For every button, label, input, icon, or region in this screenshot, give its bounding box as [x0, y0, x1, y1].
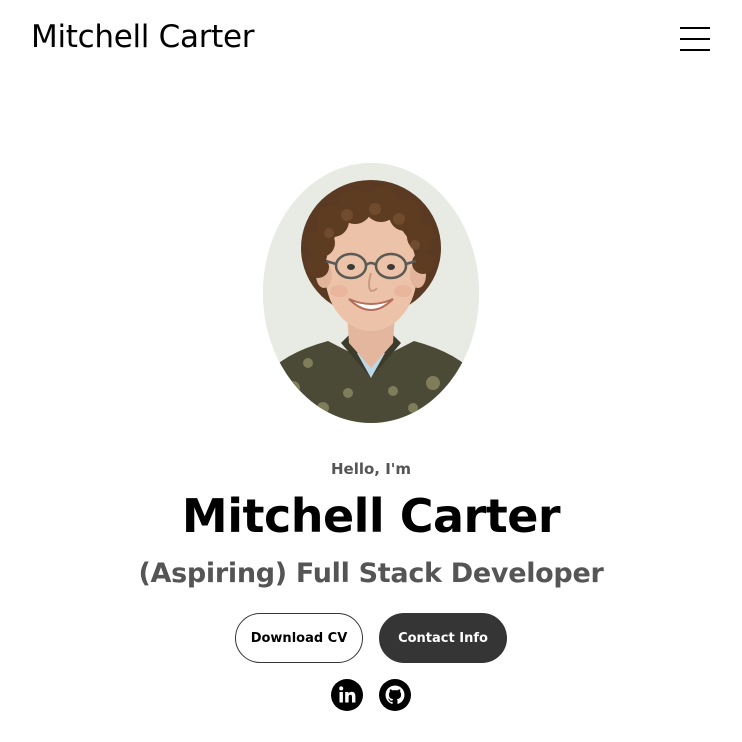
profile-role: (Aspiring) Full Stack Developer: [138, 558, 604, 589]
menu-bar-bottom: [680, 49, 710, 51]
page: Mitchell Carter Hello, I'm Mitchell Cart…: [0, 0, 742, 742]
greeting-text: Hello, I'm: [330, 460, 412, 478]
contact-info-button[interactable]: Contact Info: [379, 613, 507, 663]
profile-photo: [263, 163, 479, 423]
menu-bar-middle: [680, 38, 710, 40]
linkedin-icon[interactable]: [331, 679, 363, 711]
github-icon[interactable]: [379, 679, 411, 711]
hamburger-menu-icon[interactable]: [680, 26, 710, 52]
download-cv-button[interactable]: Download CV: [235, 613, 363, 663]
profile-name: Mitchell Carter: [181, 489, 561, 543]
site-logo[interactable]: Mitchell Carter: [31, 19, 255, 55]
menu-bar-top: [680, 27, 710, 29]
